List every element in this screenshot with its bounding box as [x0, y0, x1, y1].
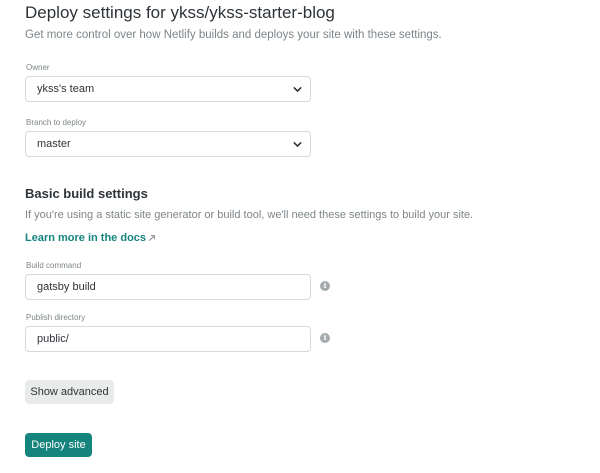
build-command-label: Build command — [26, 261, 82, 270]
branch-select-value: master — [37, 138, 71, 150]
info-icon[interactable]: i — [320, 281, 330, 291]
owner-select[interactable]: ykss's team — [25, 76, 311, 102]
external-link-icon — [149, 235, 155, 241]
branch-label: Branch to deploy — [26, 118, 87, 127]
page-title: Deploy settings for ykss/ykss-starter-bl… — [25, 3, 335, 22]
chevron-down-icon — [293, 87, 302, 92]
build-command-input[interactable] — [25, 274, 311, 300]
deploy-site-button[interactable]: Deploy site — [25, 433, 92, 457]
info-icon[interactable]: i — [320, 333, 330, 343]
section-description: If you're using a static site generator … — [25, 209, 474, 221]
learn-more-docs-link[interactable]: Learn more in the docs — [25, 232, 146, 244]
owner-label: Owner — [26, 63, 50, 72]
chevron-down-icon — [293, 142, 302, 147]
branch-select[interactable]: master — [25, 131, 311, 157]
show-advanced-button[interactable]: Show advanced — [25, 380, 114, 404]
page-subtitle: Get more control over how Netlify builds… — [25, 29, 442, 41]
publish-directory-label: Publish directory — [26, 313, 86, 322]
section-title: Basic build settings — [25, 186, 148, 201]
owner-select-value: ykss's team — [37, 83, 95, 95]
publish-directory-input[interactable] — [25, 326, 311, 352]
